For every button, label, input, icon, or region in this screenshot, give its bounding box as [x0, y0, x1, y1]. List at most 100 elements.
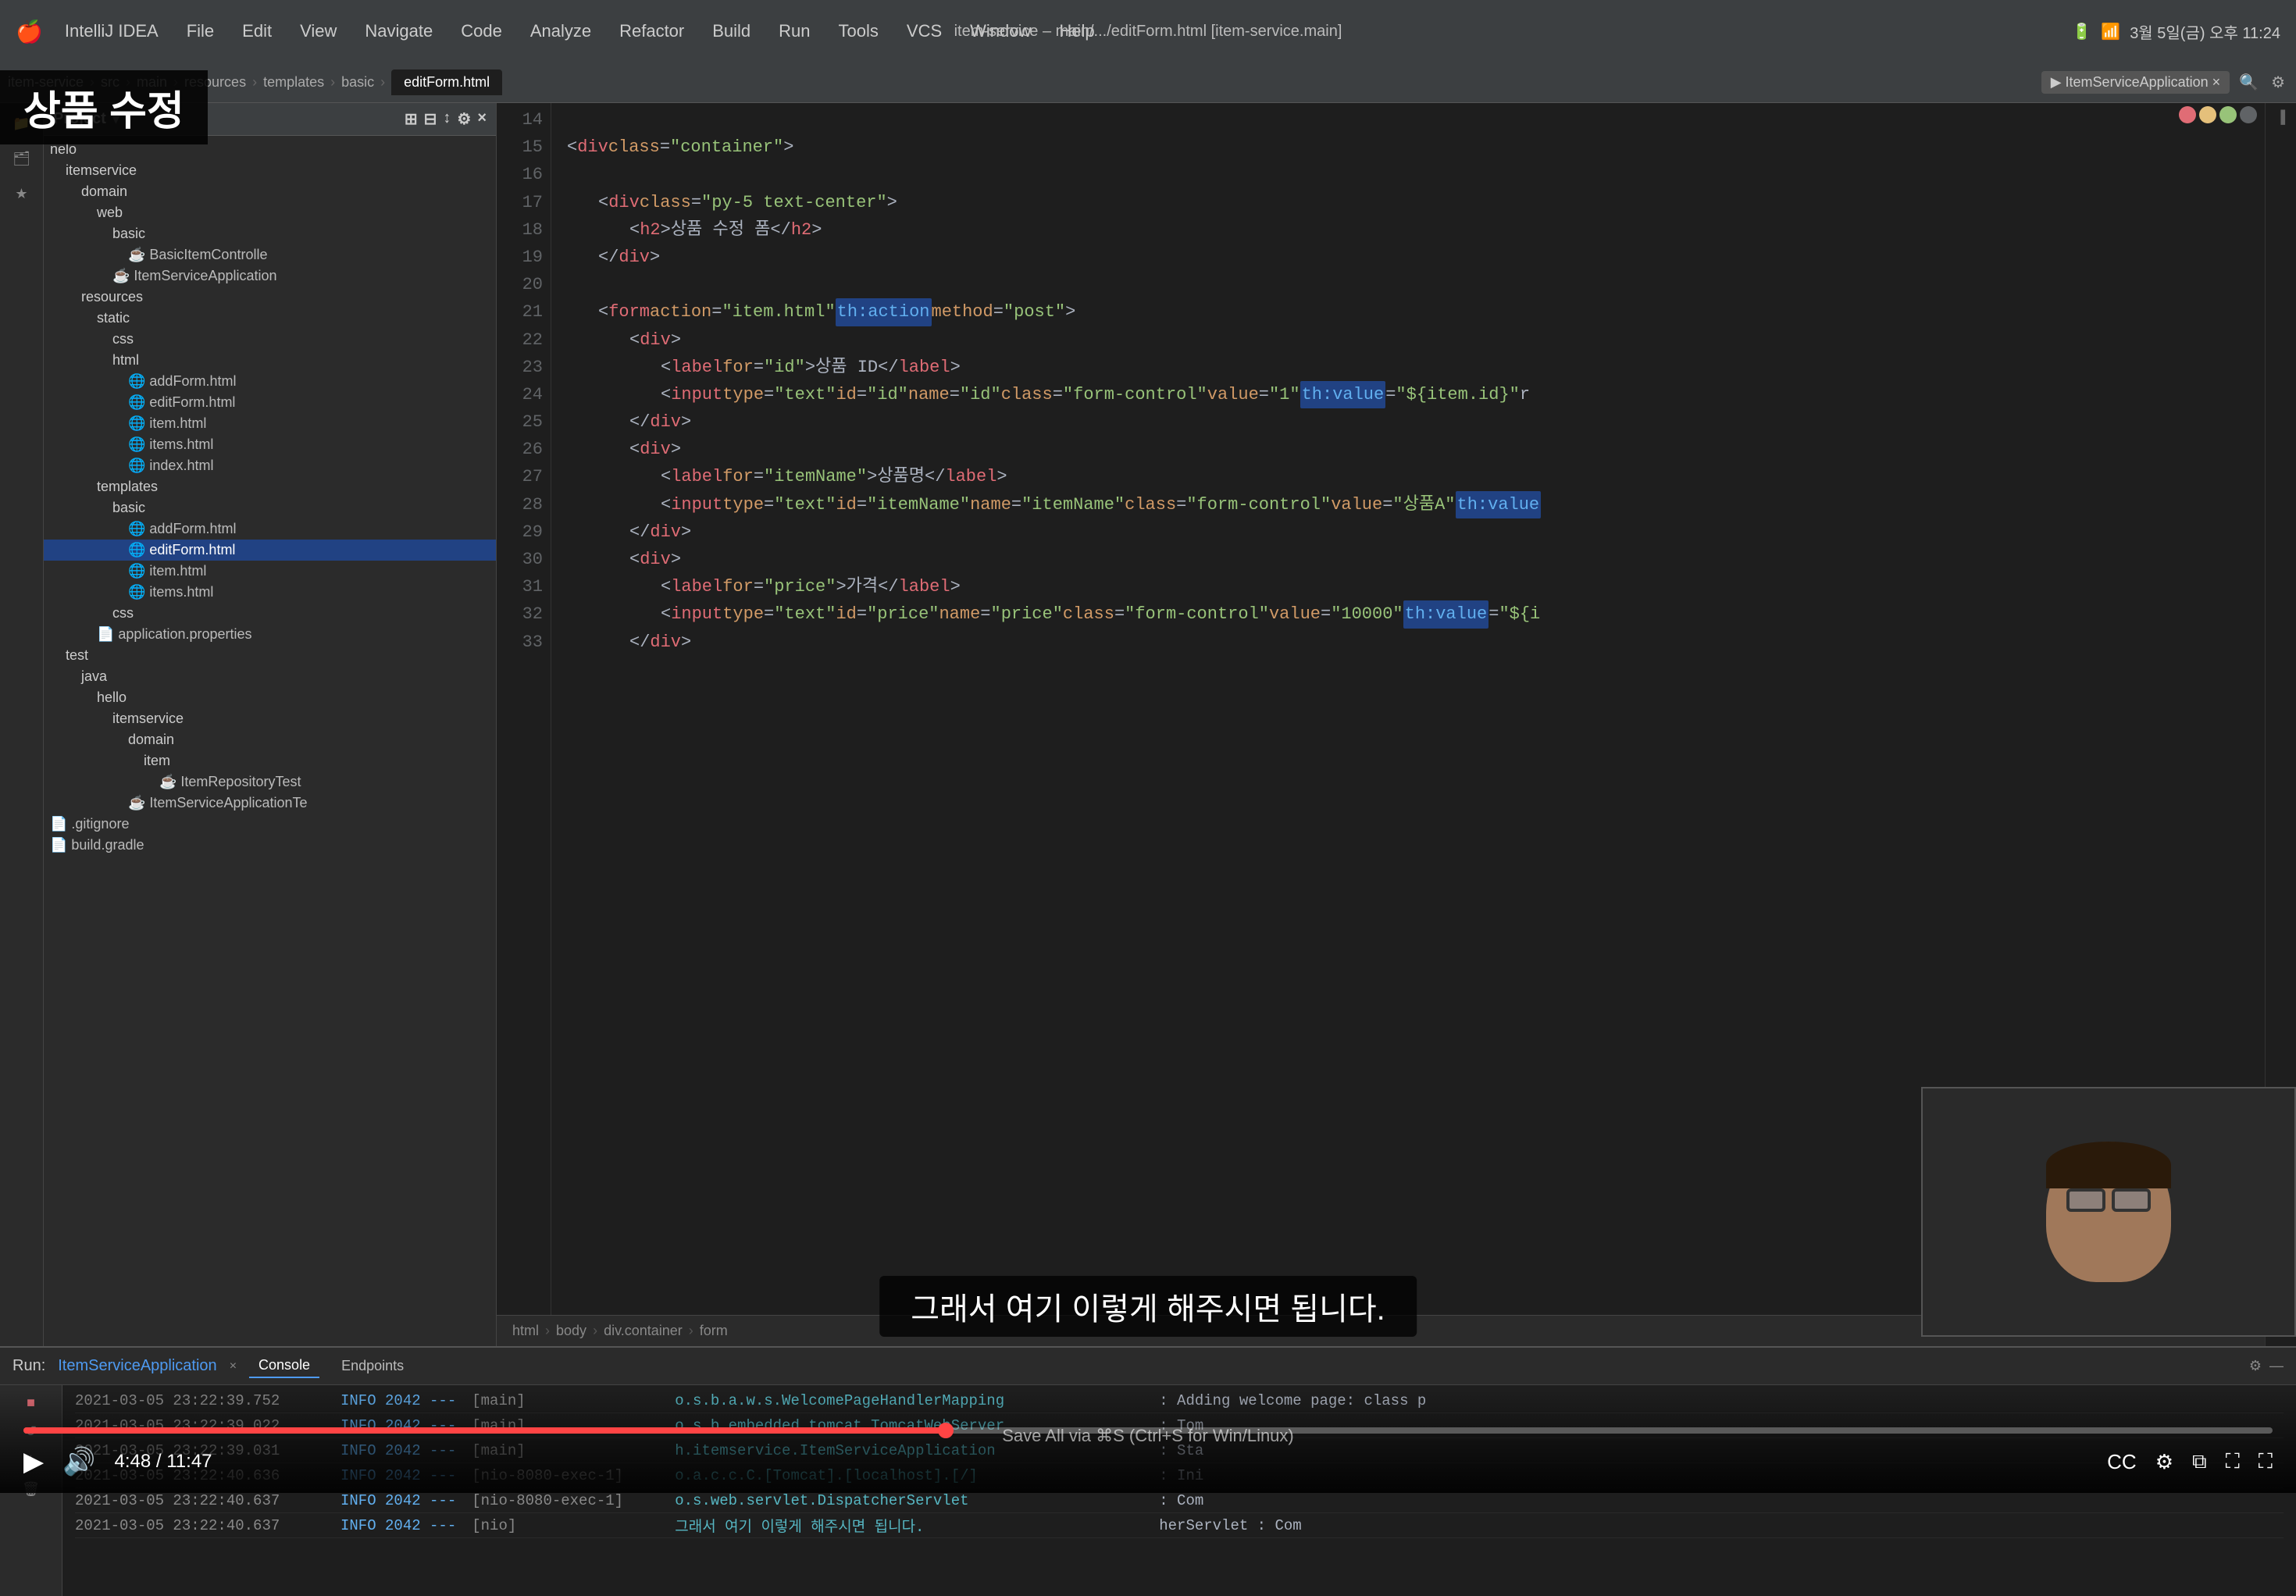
- log-level: INFO 2042 ---: [340, 1517, 456, 1534]
- yellow-indicator: [2199, 106, 2216, 123]
- apple-logo-icon: 🍎: [16, 19, 43, 45]
- theater-button[interactable]: ⛶: [2226, 1449, 2240, 1474]
- gear-icon[interactable]: ⚙: [457, 109, 471, 129]
- bc-div: div.container: [604, 1323, 683, 1339]
- code-line: <div>: [567, 546, 2249, 573]
- breadcrumb-basic[interactable]: basic: [341, 74, 374, 91]
- favorites-icon[interactable]: ★: [10, 181, 32, 207]
- sort-icon[interactable]: ↕: [443, 109, 451, 129]
- time-display: 4:48 / 11:47: [115, 1451, 212, 1473]
- tree-item[interactable]: 🌐 editForm.html: [44, 540, 496, 561]
- controls-row: ▶ 🔊 4:48 / 11:47 CC ⚙ ⧉ ⛶ ⛶: [23, 1446, 2273, 1477]
- run-app-name[interactable]: ItemServiceApplication: [58, 1357, 216, 1375]
- menu-intellij[interactable]: IntelliJ IDEA: [59, 18, 165, 45]
- tree-item[interactable]: css: [44, 603, 496, 624]
- settings-icon[interactable]: ⚙: [2268, 69, 2288, 95]
- project-panel: Project ▾ ⊞ ⊟ ↕ ⚙ × neloitemservicedomai…: [44, 103, 497, 1346]
- tree-item[interactable]: 🌐 addForm.html: [44, 371, 496, 392]
- tree-item[interactable]: 📄 build.gradle: [44, 835, 496, 856]
- log-bracket: [nio]: [472, 1517, 659, 1534]
- breadcrumb-templates[interactable]: templates: [263, 74, 324, 91]
- close-panel-icon[interactable]: ×: [477, 109, 487, 129]
- tree-item[interactable]: css: [44, 329, 496, 350]
- code-line: [567, 161, 2249, 188]
- tree-item[interactable]: domain: [44, 181, 496, 202]
- gray-indicator: [2240, 106, 2257, 123]
- tree-item[interactable]: 🌐 items.html: [44, 434, 496, 455]
- tree-item[interactable]: 🌐 editForm.html: [44, 392, 496, 413]
- tree-item[interactable]: 🌐 addForm.html: [44, 518, 496, 540]
- menu-analyze[interactable]: Analyze: [524, 18, 597, 45]
- breadcrumb-sep4: ›: [252, 74, 257, 91]
- run-close[interactable]: ×: [230, 1359, 237, 1373]
- code-line: <input type="text" id="id" name="id" cla…: [567, 381, 2249, 408]
- expand-icon[interactable]: ⊞: [405, 109, 418, 129]
- menu-run[interactable]: Run: [772, 18, 816, 45]
- tree-item[interactable]: domain: [44, 729, 496, 750]
- minimize-icon-bottom[interactable]: —: [2269, 1358, 2284, 1374]
- tab-right: ▶ ItemServiceApplication × 🔍 ⚙: [2041, 69, 2288, 95]
- tab-endpoints[interactable]: Endpoints: [332, 1355, 413, 1377]
- menu-edit[interactable]: Edit: [236, 18, 278, 45]
- tree-item[interactable]: resources: [44, 287, 496, 308]
- active-tab[interactable]: editForm.html: [391, 69, 502, 95]
- code-line: <h2>상품 수정 폼</h2>: [567, 216, 2249, 244]
- code-line: </div>: [567, 629, 2249, 656]
- tree-item[interactable]: hello: [44, 687, 496, 708]
- tree-item[interactable]: 📄 application.properties: [44, 624, 496, 645]
- code-line: <input type="text" id="itemName" name="i…: [567, 491, 2249, 518]
- menu-navigate[interactable]: Navigate: [358, 18, 439, 45]
- tree-item[interactable]: 🌐 items.html: [44, 582, 496, 603]
- miniplayer-button[interactable]: ⧉: [2192, 1449, 2207, 1474]
- top-right-controls: 🔋 📶 3월 5일(금) 오후 11:24: [2072, 20, 2280, 43]
- tree-item[interactable]: 🌐 item.html: [44, 413, 496, 434]
- tree-item[interactable]: templates: [44, 476, 496, 497]
- menu-tools[interactable]: Tools: [832, 18, 885, 45]
- editor-indicators: [2179, 106, 2257, 123]
- menu-view[interactable]: View: [294, 18, 343, 45]
- menu-code[interactable]: Code: [455, 18, 508, 45]
- camera-thumbnail: [1921, 1087, 2296, 1337]
- tree-item[interactable]: 📄 .gitignore: [44, 814, 496, 835]
- tree-item[interactable]: ☕ ItemRepositoryTest: [44, 771, 496, 793]
- tree-item[interactable]: itemservice: [44, 708, 496, 729]
- tab-console[interactable]: Console: [249, 1354, 319, 1378]
- tree-item[interactable]: 🌐 index.html: [44, 455, 496, 476]
- camera-face: [1923, 1088, 2294, 1335]
- tree-item[interactable]: ☕ BasicItemControlle: [44, 244, 496, 265]
- menu-vcs[interactable]: VCS: [900, 18, 948, 45]
- settings-video-button[interactable]: ⚙: [2155, 1450, 2173, 1474]
- settings-icon-bottom[interactable]: ⚙: [2249, 1358, 2262, 1374]
- tree-item[interactable]: basic: [44, 497, 496, 518]
- code-line: [567, 106, 2249, 134]
- volume-button[interactable]: 🔊: [62, 1446, 95, 1477]
- collapse-icon[interactable]: ⊟: [424, 109, 437, 129]
- search-icon[interactable]: 🔍: [2236, 69, 2262, 95]
- face-glasses: [2066, 1188, 2151, 1212]
- menu-refactor[interactable]: Refactor: [613, 18, 690, 45]
- log-bracket: [nio-8080-exec-1]: [472, 1492, 659, 1509]
- menu-build[interactable]: Build: [706, 18, 757, 45]
- tree-item[interactable]: static: [44, 308, 496, 329]
- captions-button[interactable]: CC: [2107, 1450, 2137, 1474]
- fullscreen-button[interactable]: ⛶: [2259, 1449, 2273, 1474]
- log-msg: : Com: [1159, 1492, 1203, 1509]
- tree-item[interactable]: item: [44, 750, 496, 771]
- tree-item[interactable]: html: [44, 350, 496, 371]
- project-tree: neloitemservicedomainwebbasic☕ BasicItem…: [44, 136, 496, 1346]
- tree-item[interactable]: test: [44, 645, 496, 666]
- log-class: 그래서 여기 이렇게 해주시면 됩니다.: [675, 1515, 1143, 1536]
- menu-file[interactable]: File: [180, 18, 220, 45]
- tree-item[interactable]: web: [44, 202, 496, 223]
- structure-icon[interactable]: 🗂: [8, 146, 35, 172]
- line-numbers: 1415161718192021222324252627282930313233: [497, 103, 551, 1315]
- tree-item[interactable]: java: [44, 666, 496, 687]
- tree-item[interactable]: ☕ ItemServiceApplicationTe: [44, 793, 496, 814]
- run-config-button[interactable]: ▶ ItemServiceApplication ×: [2041, 71, 2230, 94]
- project-header-icons: ⊞ ⊟ ↕ ⚙ ×: [405, 109, 487, 129]
- play-button[interactable]: ▶: [23, 1446, 44, 1477]
- tree-item[interactable]: basic: [44, 223, 496, 244]
- tree-item[interactable]: ☕ ItemServiceApplication: [44, 265, 496, 287]
- tree-item[interactable]: 🌐 item.html: [44, 561, 496, 582]
- tree-item[interactable]: itemservice: [44, 160, 496, 181]
